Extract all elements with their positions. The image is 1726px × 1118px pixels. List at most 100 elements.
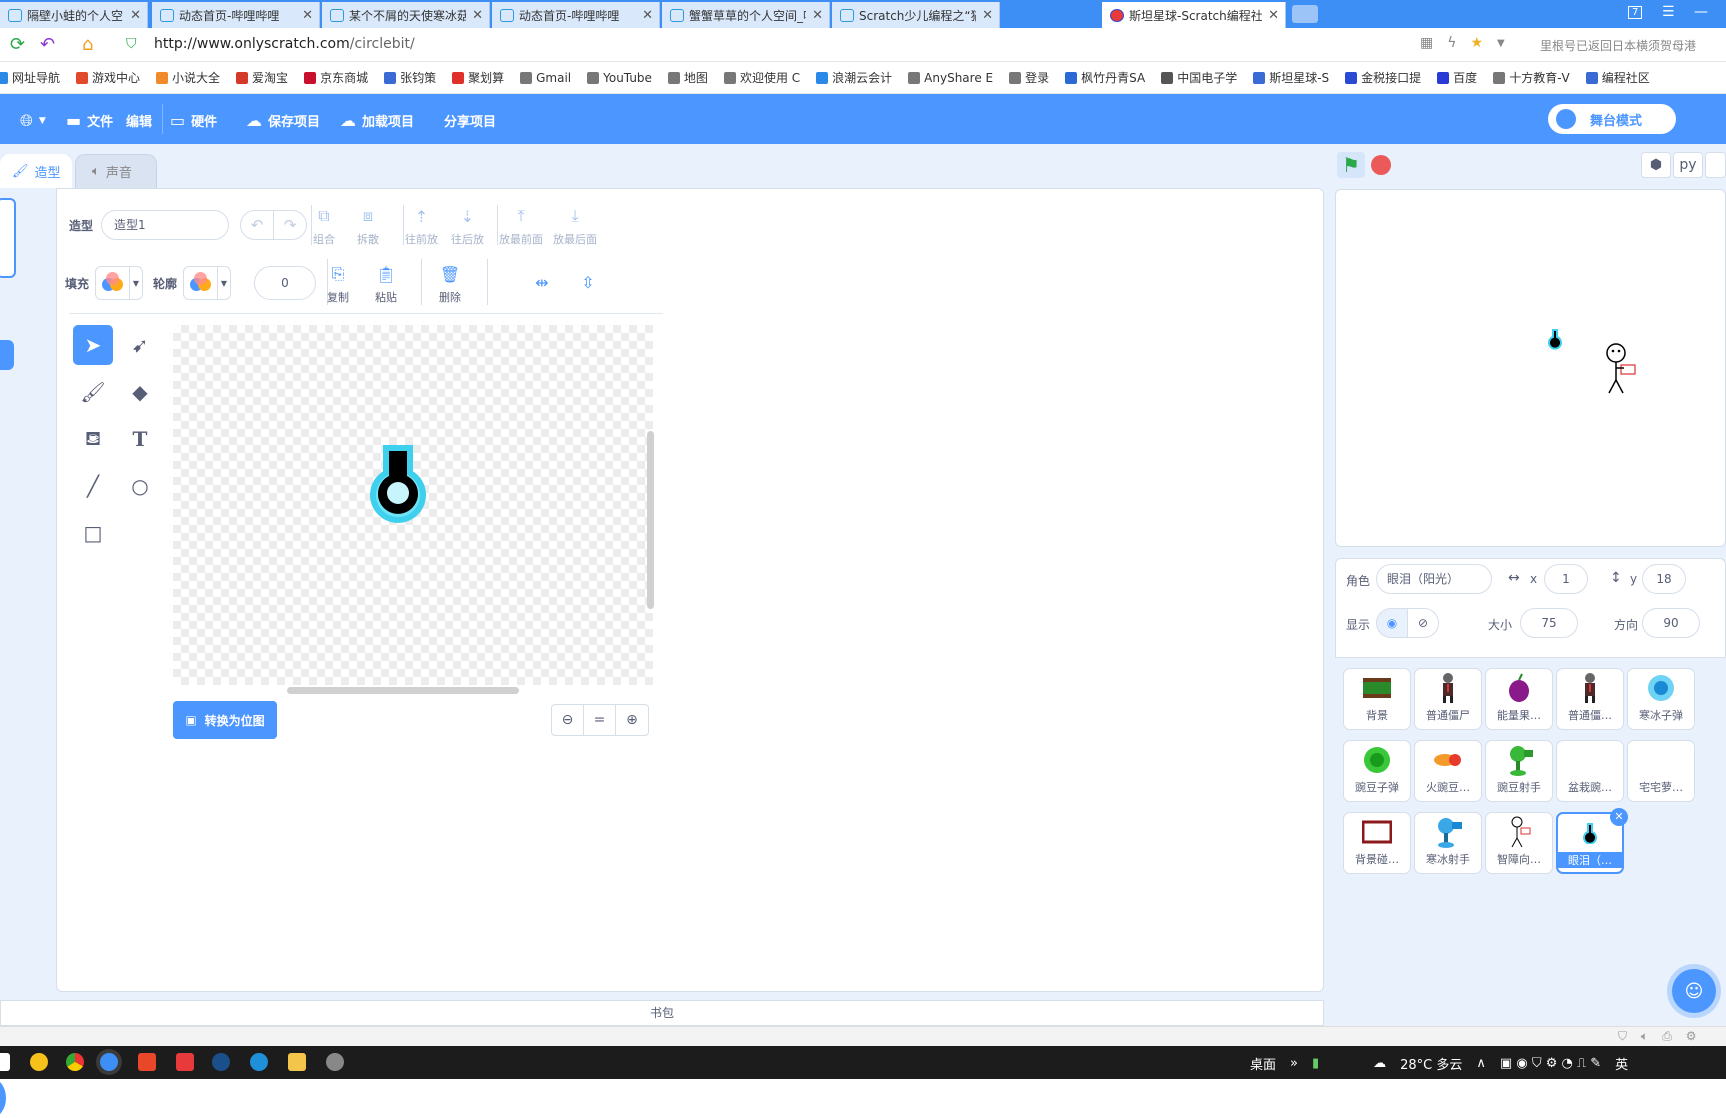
ie-icon[interactable] (250, 1053, 268, 1071)
chevron-down-icon[interactable]: ▼ (1497, 38, 1505, 49)
sprite-tile[interactable]: 火豌豆… (1414, 740, 1482, 802)
back-button[interactable]: ⤓ 放最后面 (553, 205, 597, 247)
tab-count-badge[interactable]: 7 (1628, 6, 1643, 19)
front-button[interactable]: ⤒ 放最前面 (499, 205, 543, 247)
hardware-menu[interactable]: ▭ 硬件 (170, 111, 217, 130)
bookmark-item[interactable]: Gmail (520, 71, 571, 85)
qr-icon[interactable]: ▦ (1420, 35, 1433, 51)
convert-to-bitmap-button[interactable]: ▣ 转换为位图 (173, 701, 277, 739)
app-icon[interactable] (176, 1053, 194, 1071)
rectangle-tool[interactable]: □ (73, 513, 113, 553)
vertical-scrollbar[interactable] (647, 431, 654, 609)
minimize-icon[interactable]: — (1694, 4, 1708, 20)
close-icon[interactable]: ✕ (130, 8, 141, 23)
eraser-tool[interactable]: ◆ (120, 372, 160, 412)
sprite-tile[interactable]: 背景 (1343, 668, 1411, 730)
reshape-tool[interactable]: ➹ (120, 325, 160, 365)
backpack-bar[interactable]: 书包 (0, 1000, 1324, 1026)
ime-label[interactable]: 英 (1615, 1054, 1628, 1073)
layout-button[interactable] (1705, 152, 1726, 178)
tab-costumes[interactable]: 🖌︎ 造型 (0, 154, 72, 188)
refresh-icon[interactable]: ⟳ (10, 34, 25, 55)
browser-tab[interactable]: Scratch少儿编程之“猫 ✕ (832, 2, 1000, 28)
outline-color-picker[interactable]: ▼ (183, 266, 231, 300)
bookmark-item[interactable]: 张钧策 (384, 69, 436, 86)
backward-button[interactable]: ⇣ 往后放 (451, 205, 484, 247)
copy-button[interactable]: ⎘ 复制 (327, 263, 349, 305)
share-project-button[interactable]: 分享项目 (444, 111, 496, 130)
browser-tab-active[interactable]: 斯坦星球-Scratch编程社 ✕ (1102, 2, 1286, 28)
file-menu[interactable]: ▬ 文件 (66, 111, 113, 130)
direction-input[interactable]: 90 (1642, 608, 1700, 638)
bookmark-item[interactable]: 中国电子学 (1161, 69, 1237, 86)
tab-sounds[interactable]: 🔈︎ 声音 (75, 154, 157, 188)
close-icon[interactable]: ✕ (812, 8, 823, 23)
size-input[interactable]: 75 (1520, 608, 1578, 638)
bookmark-item[interactable]: 欢迎使用 C (723, 69, 800, 86)
browser-tab[interactable]: 蟹蟹草草的个人空间_哔 ✕ (662, 2, 830, 28)
lightning-icon[interactable]: ϟ (1447, 35, 1456, 51)
office-icon[interactable] (138, 1053, 156, 1071)
sprite-tile[interactable]: 普通僵尸 (1414, 668, 1482, 730)
paint-canvas[interactable] (173, 325, 653, 685)
bookmark-item[interactable]: 聚划算 (452, 69, 504, 86)
ungroup-button[interactable]: ⧈ 拆散 (357, 205, 379, 247)
double-chevron-icon[interactable]: » (1290, 1056, 1298, 1071)
bookmark-item[interactable]: 枫竹丹青SA (1065, 69, 1145, 86)
chat-app-icon[interactable] (30, 1053, 48, 1071)
costume-name-input[interactable]: 造型1 (101, 210, 229, 240)
bookmark-item[interactable]: 小说大全 (156, 69, 220, 86)
browser-icon[interactable] (100, 1053, 118, 1071)
start-icon[interactable] (0, 1053, 10, 1071)
desktop-label[interactable]: 桌面 (1250, 1054, 1276, 1073)
chrome-icon[interactable] (66, 1053, 84, 1071)
sprite-tile[interactable]: 能量果… (1485, 668, 1553, 730)
zoom-reset-button[interactable]: = (584, 705, 616, 735)
bookmark-item[interactable]: 登录 (1009, 69, 1049, 86)
bookmark-item[interactable]: 地图 (667, 69, 708, 86)
sprite-tile[interactable]: 背景碰… (1343, 812, 1411, 874)
horizontal-scrollbar[interactable] (287, 687, 519, 694)
bookmark-item[interactable]: 网址导航 (0, 69, 60, 86)
language-button[interactable]: 🌐︎ ▼ (20, 111, 46, 131)
new-tab-button[interactable] (1292, 5, 1318, 23)
flip-vertical-button[interactable]: ⇳ (577, 271, 599, 293)
python-button[interactable]: ⬢ (1641, 152, 1671, 178)
sprite-tile[interactable]: 豌豆射手 (1485, 740, 1553, 802)
url-input[interactable]: http://www.onlyscratch.com/circlebit/ (154, 36, 415, 52)
add-costume-button[interactable] (0, 1078, 6, 1118)
text-tool[interactable]: T (120, 419, 160, 459)
close-icon[interactable]: ✕ (982, 8, 993, 23)
select-tool[interactable]: ➤ (73, 325, 113, 365)
py-button[interactable]: py (1673, 152, 1703, 178)
zoom-in-button[interactable]: ⊕ (616, 705, 648, 735)
sprite-tile[interactable]: 寒冰子弹 (1627, 668, 1695, 730)
x-input[interactable]: 1 (1544, 564, 1588, 594)
bookmark-item[interactable]: 游戏中心 (76, 69, 140, 86)
sprite-tile[interactable]: 智障向… (1485, 812, 1553, 874)
fill-tool[interactable]: ⛾ (73, 419, 113, 459)
delete-sprite-icon[interactable]: ✕ (1610, 808, 1628, 826)
bookmark-item[interactable]: 金税接口提 (1345, 69, 1421, 86)
bookmark-item[interactable]: 爱淘宝 (236, 69, 288, 86)
brush-tool[interactable]: 🖌︎ (73, 372, 113, 412)
show-hidden-button[interactable]: ⊘ (1407, 608, 1439, 638)
sprite-tile[interactable]: 盆栽豌… (1556, 740, 1624, 802)
bookmark-item[interactable]: AnyShare E (908, 71, 993, 85)
browser-tab[interactable]: 隔壁小蛙的个人空间_哔 ✕ (0, 2, 148, 28)
undo-icon[interactable]: ↶ (40, 34, 55, 55)
flip-horizontal-button[interactable]: ⇹ (531, 271, 553, 293)
home-icon[interactable]: ⌂ (82, 34, 93, 55)
game-icon[interactable] (326, 1053, 344, 1071)
redo-button[interactable]: ↷ (273, 210, 307, 240)
bookmark-item[interactable]: YouTube (587, 71, 652, 85)
browser-tab[interactable]: 动态首页-哔哩哔哩 ✕ (152, 2, 320, 28)
browser-tab[interactable]: 某个不屑的天使寒冰菇的 ✕ (322, 2, 490, 28)
folder-icon[interactable] (288, 1053, 306, 1071)
close-icon[interactable]: ✕ (472, 8, 483, 23)
bookmark-item[interactable]: 十方教育-V (1493, 69, 1570, 86)
bookmark-item[interactable]: 京东商城 (304, 69, 368, 86)
stage-canvas[interactable] (1335, 189, 1726, 547)
costume-thumbnail[interactable] (0, 198, 16, 278)
steam-icon[interactable] (212, 1053, 230, 1071)
